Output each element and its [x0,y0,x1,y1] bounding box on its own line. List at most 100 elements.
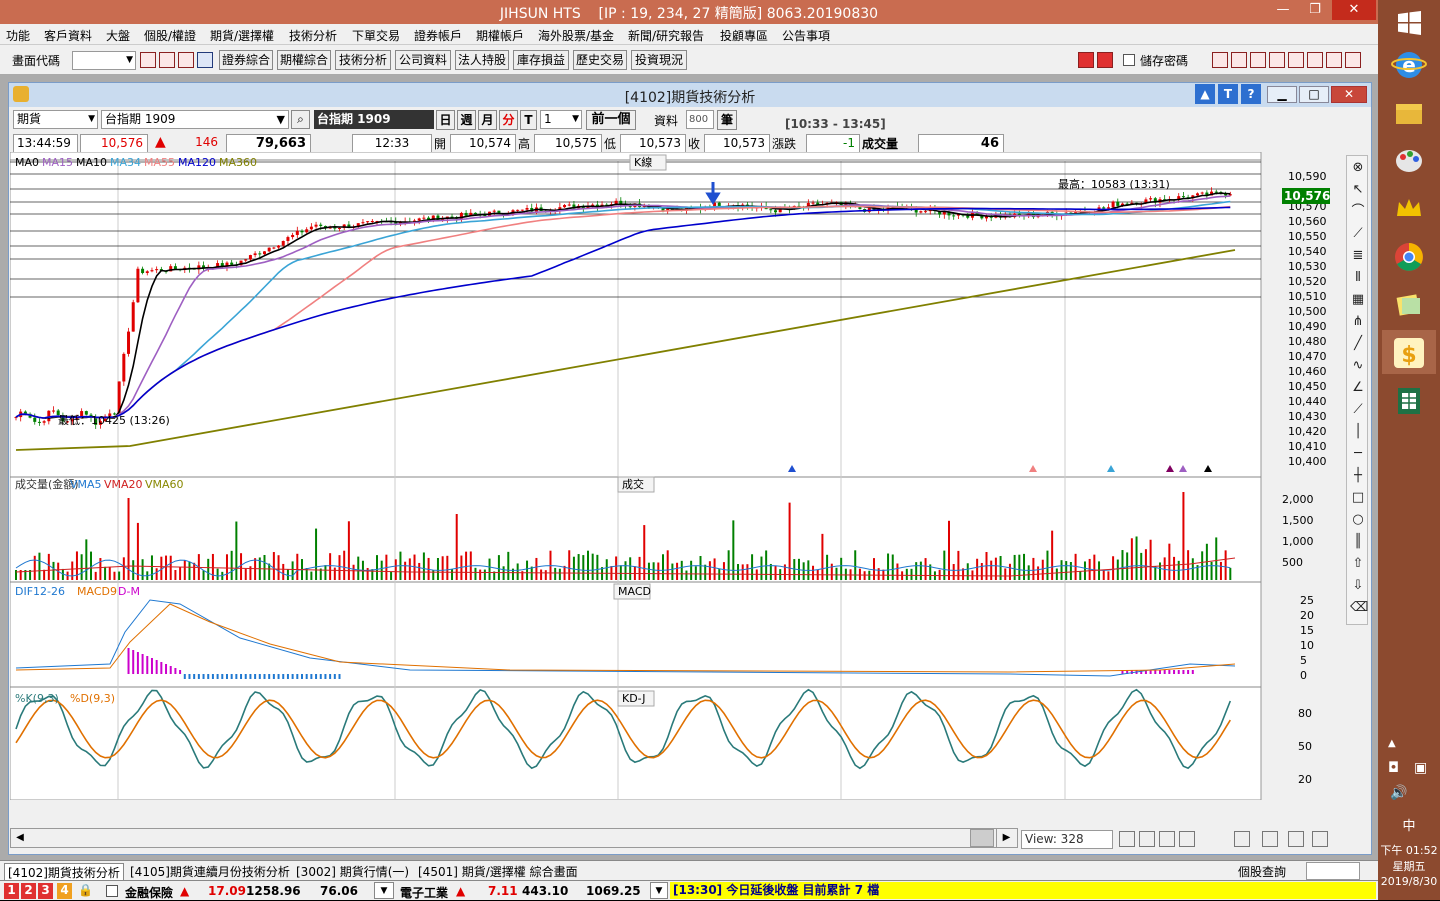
wave-icon[interactable]: ∿ [1350,358,1366,374]
network-icon[interactable]: ▣ [1414,760,1427,776]
period-month-button[interactable]: 月 [478,110,497,130]
menu-item[interactable]: 證券帳戶 [414,27,462,44]
text-icon[interactable]: T [1218,84,1238,104]
menu-item[interactable]: 客戶資料 [44,27,92,44]
save-password-checkbox[interactable] [1123,54,1135,66]
flag-icon[interactable] [1097,52,1113,68]
history-trade-button[interactable]: 歷史交易 [573,50,627,70]
menu-item[interactable]: 期權帳戶 [476,27,524,44]
tab-4105[interactable]: [4105]期貨連續月份技術分析 [130,863,290,880]
channel-icon[interactable]: ≣ [1350,248,1366,264]
chrome-icon[interactable] [1390,238,1428,276]
market-tab-2[interactable]: 2 [21,883,36,899]
tray-expand-icon[interactable]: ▲ [1388,738,1396,749]
scroll-right-icon[interactable]: ▶ [996,828,1016,848]
tool-icon[interactable] [1250,52,1266,68]
settings-gear-icon[interactable] [1312,831,1328,847]
volume-icon[interactable]: 🔊 [1390,785,1407,801]
tab-4501[interactable]: [4501] 期貨/選擇權 綜合畫面 [418,863,578,880]
windows-start-icon[interactable] [1390,4,1428,42]
period-day-button[interactable]: 日 [436,110,455,130]
pointer-icon[interactable]: ↖ [1350,182,1366,198]
rectangle-icon[interactable]: □ [1350,490,1366,506]
lock-icon[interactable]: 🔒 [78,883,93,897]
child-restore-button[interactable]: □ [1299,86,1329,103]
market-tab-1[interactable]: 1 [4,883,19,899]
menu-item[interactable]: 下單交易 [352,27,400,44]
refresh-icon[interactable] [1179,831,1195,847]
zoom-in-icon[interactable] [1159,831,1175,847]
interval-select[interactable]: 1 ▼ [540,110,582,129]
menu-item[interactable]: 技術分析 [289,27,337,44]
fibonacci-icon[interactable]: ⦀ [1350,270,1366,286]
tool-icon[interactable] [1212,52,1228,68]
sticky-notes-icon[interactable] [1390,286,1428,324]
unit-button[interactable]: 筆 [717,110,737,130]
child-close-button[interactable]: ✕ [1331,86,1367,103]
company-info-button[interactable]: 公司資料 [395,50,451,70]
menu-item[interactable]: 大盤 [106,27,130,44]
institutional-button[interactable]: 法人持股 [455,50,509,70]
excel-icon[interactable] [1390,382,1428,420]
clear-icon[interactable]: ⊗ [1350,160,1366,176]
print-icon[interactable] [178,52,194,68]
arrow-up-icon[interactable]: ⇧ [1350,556,1366,572]
menu-item[interactable]: 期貨/選擇權 [210,27,274,44]
paint-icon[interactable] [1390,142,1428,180]
screen-code-select[interactable]: ▼ [72,51,136,70]
period-week-button[interactable]: 週 [457,110,476,130]
copy-icon[interactable] [1234,831,1250,847]
menu-item[interactable]: 公告事項 [782,27,830,44]
chevron-down-icon[interactable]: ▼ [374,882,394,899]
prev-contract-button[interactable]: 前一個 [586,110,636,130]
market-tab-3[interactable]: 3 [38,883,53,899]
arrow-down-icon[interactable]: ⇩ [1350,578,1366,594]
chart-scrollbar[interactable]: ◀ ▶ [10,826,1018,850]
tab-3002[interactable]: [3002] 期貨行情(一) [296,863,409,880]
maximize-button[interactable]: ❐ [1300,0,1330,20]
layout-icon[interactable] [1262,831,1278,847]
close-button[interactable]: ✕ [1332,0,1376,20]
stock-query-input[interactable] [1306,862,1360,880]
securities-summary-button[interactable]: 證券綜合 [219,50,273,70]
tool-icon[interactable] [1326,52,1342,68]
jihsun-app-icon[interactable]: $ [1390,334,1428,372]
line-icon[interactable]: ╱ [1350,336,1366,352]
file-explorer-icon[interactable] [1390,94,1428,132]
draw-icon[interactable] [1288,831,1304,847]
ime-indicator[interactable]: 中 [1378,815,1440,834]
period-tick-button[interactable]: T [520,110,537,130]
tool-icon[interactable] [1231,52,1247,68]
market-tab-4[interactable]: 4 [57,883,72,899]
tool-icon[interactable] [1288,52,1304,68]
news-ticker[interactable]: [13:30] 今日延後收盤 目前累計 7 檔 [670,882,1376,899]
folder-icon[interactable] [159,52,175,68]
help-icon[interactable]: ? [1241,84,1261,104]
options-summary-button[interactable]: 期權綜合 [277,50,331,70]
menu-item[interactable]: 新聞/研究報告 [628,27,704,44]
tool-icon[interactable] [1345,52,1361,68]
up-icon[interactable]: ▲ [1195,84,1215,104]
minimize-button[interactable]: — [1268,0,1298,20]
scroll-thumb[interactable] [970,829,994,847]
contract-select[interactable]: 台指期 1909 ▼ [101,110,289,129]
crown-app-icon[interactable] [1390,190,1428,228]
status-checkbox[interactable] [106,885,118,897]
ellipse-icon[interactable]: ○ [1350,512,1366,528]
type-select[interactable]: 期貨 ▼ [13,110,98,129]
tool-icon[interactable] [1307,52,1323,68]
flag-icon[interactable] [1078,52,1094,68]
tray-app-icon[interactable]: ◘ [1388,760,1399,776]
ie-browser-icon[interactable]: e [1390,46,1428,84]
zoom-icon[interactable] [1139,831,1155,847]
horizontal-line-icon[interactable]: ─ [1350,446,1366,462]
ray-icon[interactable]: ⟋ [1350,402,1366,418]
tech-analysis-button[interactable]: 技術分析 [335,50,391,70]
search-icon[interactable] [140,52,156,68]
grid-icon[interactable]: ▦ [1350,292,1366,308]
bars-icon[interactable]: ║ [1350,534,1366,550]
eraser-icon[interactable]: ⌫ [1350,600,1368,616]
data-count-input[interactable]: 800 [686,110,714,129]
trendline-icon[interactable]: ⟋ [1350,226,1366,242]
angle-icon[interactable]: ∠ [1350,380,1366,396]
